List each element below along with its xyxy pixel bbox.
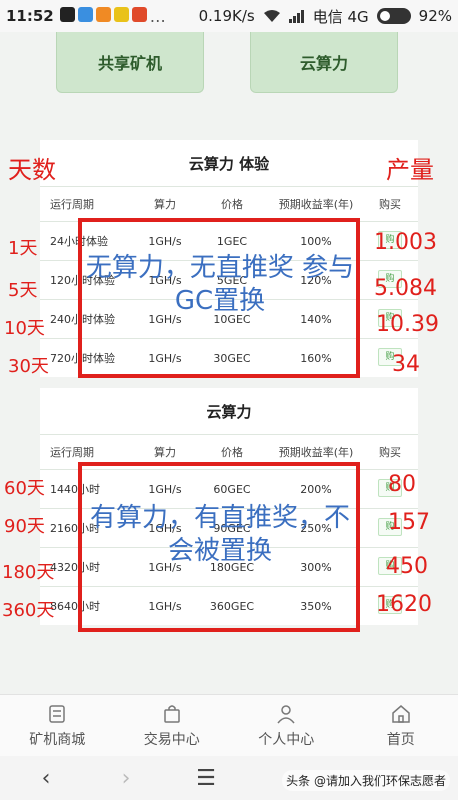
- status-bar: 11:52 … 0.19K/s 电信 4G 92%: [0, 0, 458, 32]
- toggle-icon: [376, 8, 411, 24]
- nav-trade-center[interactable]: 交易中心: [115, 695, 230, 757]
- app-icon: [95, 6, 111, 22]
- header-period: 运行周期: [50, 446, 94, 459]
- status-time: 11:52: [6, 7, 54, 25]
- cloud-output-2: 157: [388, 510, 430, 535]
- header-period: 运行周期: [50, 198, 94, 211]
- app-icon: [113, 6, 129, 22]
- forward-button[interactable]: ›: [86, 766, 166, 791]
- cloud-card-title: 云算力: [206, 402, 252, 421]
- notification-icons: …: [59, 6, 166, 26]
- miner-icon: [49, 705, 65, 723]
- signal-icon: [288, 10, 304, 23]
- trial-note: 无算力，无直推奖 参与GC置换: [85, 253, 355, 316]
- cloud-output-4: 1620: [376, 592, 432, 617]
- trial-output-1: 1.003: [374, 230, 437, 255]
- app-icon: [131, 6, 147, 22]
- trial-day-4: 30天: [8, 356, 49, 377]
- cloud-output-3: 450: [386, 554, 428, 579]
- header-rate: 预期收益率(年): [278, 198, 354, 211]
- nav-label: 矿机商城: [29, 732, 86, 748]
- carrier-label: 电信 4G: [312, 7, 369, 26]
- trial-day-1: 1天: [8, 238, 38, 259]
- table-header: 运行周期 算力 价格 预期收益率(年) 购买: [40, 186, 418, 221]
- trial-output-4: 34: [392, 352, 420, 377]
- tab-cloud-power[interactable]: 云算力: [250, 32, 398, 93]
- more-icon: …: [149, 6, 166, 26]
- nav-home[interactable]: 首页: [344, 695, 458, 757]
- user-icon: [277, 705, 295, 724]
- wifi-icon: [263, 10, 280, 22]
- qq-icon: [59, 6, 75, 22]
- header-power: 算力: [154, 446, 176, 459]
- nav-label: 首页: [386, 732, 415, 748]
- top-tabs: 共享矿机 云算力: [0, 32, 458, 98]
- cloud-day-3: 180天: [2, 562, 55, 583]
- nav-miner-mall[interactable]: 矿机商城: [0, 695, 115, 757]
- days-label: 天数: [8, 156, 56, 184]
- header-buy: 购买: [379, 198, 401, 211]
- watermark: 头条 @请加入我们环保志愿者: [282, 770, 450, 791]
- battery-level: 92%: [418, 7, 452, 25]
- trial-day-3: 10天: [4, 318, 45, 339]
- cloud-day-2: 90天: [4, 516, 45, 537]
- header-power: 算力: [154, 198, 176, 211]
- nav-label: 个人中心: [258, 732, 315, 748]
- home-icon: [392, 705, 410, 723]
- header-rate: 预期收益率(年): [278, 446, 354, 459]
- header-price: 价格: [221, 198, 243, 211]
- menu-button[interactable]: ☰: [166, 766, 246, 791]
- back-button[interactable]: ‹: [6, 766, 86, 791]
- cloud-day-4: 360天: [2, 600, 55, 621]
- cloud-output-1: 80: [388, 472, 416, 497]
- trial-output-2: 5.084: [374, 276, 437, 301]
- network-speed: 0.19K/s: [198, 7, 255, 25]
- tab-shared-miner[interactable]: 共享矿机: [56, 32, 204, 93]
- cloud-note: 有算力，有直推奖，不会被置换: [89, 503, 350, 566]
- cloud-day-1: 60天: [4, 478, 45, 499]
- app-icon: [77, 6, 93, 22]
- nav-personal-center[interactable]: 个人中心: [229, 695, 344, 757]
- trial-card-title: 云算力 体验: [188, 154, 270, 173]
- bag-icon: [164, 705, 180, 723]
- nav-label: 交易中心: [143, 732, 200, 748]
- trial-output-3: 10.39: [376, 312, 439, 337]
- bottom-nav: 矿机商城 交易中心 个人中心 首页: [0, 694, 458, 757]
- output-label: 产量: [386, 156, 434, 184]
- header-buy: 购买: [379, 446, 401, 459]
- trial-day-2: 5天: [8, 280, 38, 301]
- header-price: 价格: [221, 446, 243, 459]
